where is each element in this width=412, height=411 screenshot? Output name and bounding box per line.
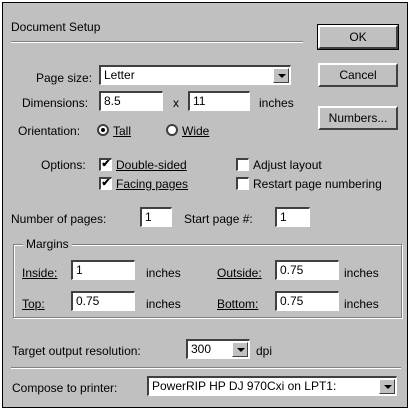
page-count-label: Number of pages: <box>11 212 107 226</box>
restart-numbering-label[interactable]: Restart page numbering <box>253 177 382 191</box>
double-sided-checkbox[interactable]: ✔ <box>99 158 112 171</box>
top-field[interactable]: 0.75 <box>71 291 135 311</box>
wide-radio-label[interactable]: Wide <box>182 124 209 138</box>
page-size-label: Page size: <box>36 71 93 85</box>
wide-radio[interactable] <box>166 124 178 136</box>
printer-divider <box>11 367 401 369</box>
restart-numbering-checkbox[interactable] <box>236 177 249 190</box>
document-setup-dialog: Document Setup OK Cancel Numbers... Page… <box>2 2 408 408</box>
resolution-select[interactable]: 300 <box>186 339 250 359</box>
title-divider <box>11 41 303 43</box>
cancel-button[interactable]: Cancel <box>318 63 398 87</box>
resolution-unit-label: dpi <box>256 344 273 358</box>
outside-field[interactable]: 0.75 <box>275 260 339 280</box>
facing-pages-label[interactable]: Facing pages <box>116 177 188 191</box>
resolution-label: Target output resolution: <box>12 344 141 358</box>
orientation-label: Orientation: <box>18 124 81 138</box>
outside-unit-label: inches <box>344 266 379 280</box>
chevron-down-icon[interactable] <box>273 68 289 83</box>
bottom-field[interactable]: 0.75 <box>275 291 339 311</box>
width-field[interactable]: 8.5 <box>99 91 163 111</box>
page-size-value: Letter <box>104 68 135 82</box>
start-page-label: Start page #: <box>184 212 253 226</box>
page-count-field[interactable]: 1 <box>140 207 172 227</box>
resolution-value: 300 <box>191 342 212 356</box>
inside-field[interactable]: 1 <box>71 260 135 280</box>
tall-radio[interactable] <box>97 124 109 136</box>
bottom-label: Bottom: <box>217 297 259 311</box>
dimensions-x-label: x <box>173 96 179 110</box>
facing-pages-checkbox[interactable]: ✔ <box>99 177 112 190</box>
height-field[interactable]: 11 <box>188 91 250 111</box>
top-label: Top: <box>22 297 45 311</box>
printer-label: Compose to printer: <box>12 381 118 395</box>
inside-label: Inside: <box>22 266 58 280</box>
top-unit-label: inches <box>146 297 181 311</box>
tall-radio-label[interactable]: Tall <box>113 124 131 138</box>
ok-button[interactable]: OK <box>317 24 399 50</box>
page-size-select[interactable]: Letter <box>99 65 291 85</box>
dimensions-label: Dimensions: <box>22 96 89 110</box>
double-sided-label[interactable]: Double-sided <box>116 158 187 172</box>
margins-group-title: Margins <box>23 237 72 251</box>
inside-unit-label: inches <box>146 266 181 280</box>
chevron-down-icon[interactable] <box>232 342 248 357</box>
options-label: Options: <box>41 158 86 172</box>
adjust-layout-checkbox[interactable] <box>236 158 249 171</box>
adjust-layout-label[interactable]: Adjust layout <box>253 158 322 172</box>
printer-select[interactable]: PowerRIP HP DJ 970Cxi on LPT1: <box>147 376 397 396</box>
dialog-title: Document Setup <box>11 20 101 34</box>
printer-value: PowerRIP HP DJ 970Cxi on LPT1: <box>152 379 337 393</box>
numbers-button[interactable]: Numbers... <box>318 106 398 130</box>
dimensions-unit-label: inches <box>259 96 294 110</box>
outside-label: Outside: <box>217 266 262 280</box>
chevron-down-icon[interactable] <box>379 379 395 394</box>
start-page-field[interactable]: 1 <box>275 207 310 227</box>
bottom-unit-label: inches <box>344 297 379 311</box>
